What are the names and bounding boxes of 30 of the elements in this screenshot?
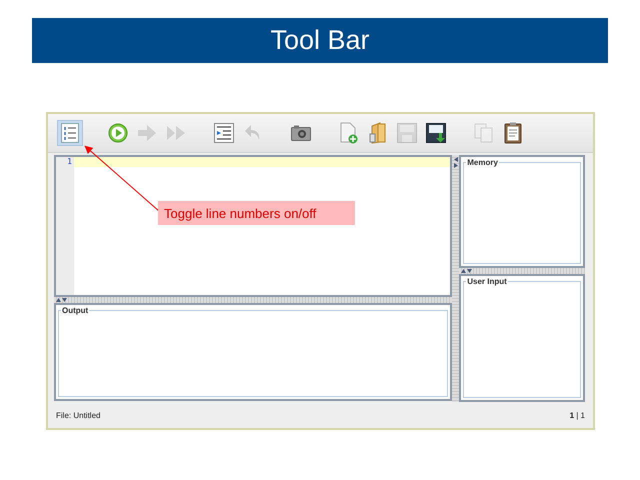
numbered-list-icon [61,123,79,143]
double-arrow-icon [166,124,186,142]
indent-icon [214,123,234,143]
toolbar-button[interactable] [57,120,83,146]
down-arrow-icon[interactable] [467,269,472,273]
panel-title: Output [61,306,90,315]
file-name: File: Untitled [56,410,100,420]
panel-title: User Input [466,277,508,286]
splitter[interactable] [459,268,585,274]
up-arrow-icon[interactable] [56,298,61,302]
folder-icon [369,122,387,144]
toolbar-button[interactable] [211,120,237,146]
clipboard-icon [504,122,522,144]
right-arrow-icon [137,124,157,142]
play-icon [108,123,128,143]
right-arrow-icon[interactable] [454,163,458,168]
undo-icon [244,124,262,142]
panel-title: Memory [466,158,499,167]
save-icon [426,123,446,143]
callout-text: Toggle line numbers on/off [164,206,316,220]
new-file-icon [340,122,358,144]
toolbar-button[interactable] [423,120,449,146]
up-arrow-icon[interactable] [461,269,466,273]
cursor-position: 1 | 1 [570,410,585,420]
left-arrow-icon[interactable] [454,157,458,162]
down-arrow-icon[interactable] [62,298,67,302]
copy-icon [474,123,494,143]
camera-icon [291,125,311,141]
line-number: 1 [67,157,72,167]
slide-title: Tool Bar [270,25,370,56]
